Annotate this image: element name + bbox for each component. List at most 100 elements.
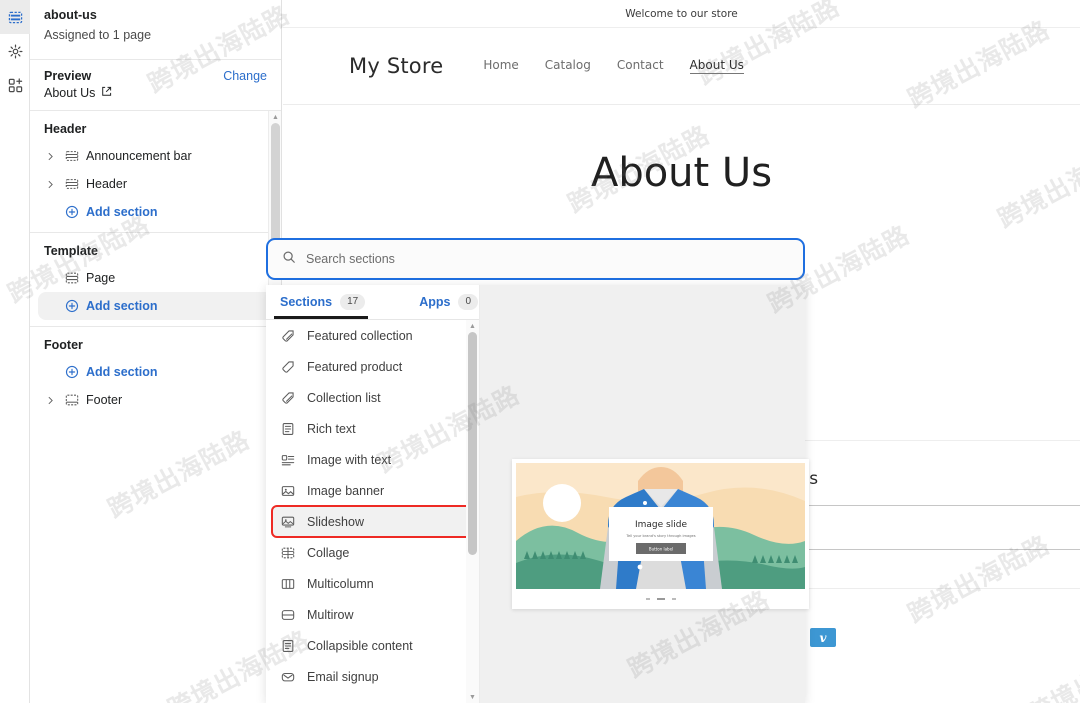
section-option-label: Multicolumn (307, 576, 374, 591)
pager-dot-active[interactable] (656, 598, 665, 600)
nav-item-about-us[interactable]: About Us (689, 58, 744, 74)
picker-tabs: Sections 17 Apps 0 (266, 285, 479, 319)
section-option-rich-text[interactable]: Rich text (272, 413, 473, 444)
tab-label: Sections (280, 295, 333, 309)
collection-tag-icon (280, 391, 296, 405)
section-option-image-banner[interactable]: Image banner (272, 475, 473, 506)
section-option-label: Collage (307, 545, 350, 560)
sidebar-group-template: Template Page Add section (30, 233, 281, 327)
sidebar-scroll-area: Header Announcement bar Header Add section T… (30, 110, 281, 703)
section-option-label: Slideshow (307, 514, 364, 529)
plus-circle-icon (62, 205, 82, 219)
plus-circle-icon (62, 299, 82, 313)
store-header: My Store Home Catalog Contact About Us (283, 28, 1080, 105)
multicolumn-icon (280, 577, 296, 591)
picker-left-pane: Sections 17 Apps 0 Featured collection Featu… (266, 285, 480, 703)
slide-title-text: Image slide (635, 520, 687, 530)
chevron-right-icon[interactable] (42, 396, 58, 405)
section-option-label: Collapsible content (307, 638, 413, 653)
search-sections-field[interactable]: Search sections (266, 238, 805, 280)
sidebar-item-add-section[interactable]: Add section (38, 358, 273, 386)
sidebar-item-add-section[interactable]: Add section (38, 198, 273, 226)
collection-tag-icon (280, 329, 296, 343)
nav-item-contact[interactable]: Contact (617, 58, 664, 74)
section-option-multirow[interactable]: Multirow (272, 599, 473, 630)
slide-subtitle-text: Tell your brand's story through images (625, 534, 695, 538)
template-header: about-us Assigned to 1 page (30, 0, 281, 55)
section-option-collapsible-content[interactable]: Collapsible content (272, 630, 473, 661)
sections-list-scrollbar[interactable]: ▲ ▼ (466, 320, 479, 703)
rich-text-icon (280, 422, 296, 436)
sidebar-item-label: Footer (86, 393, 123, 407)
chevron-right-icon[interactable] (42, 180, 58, 189)
section-option-image-with-text[interactable]: Image with text (272, 444, 473, 475)
section-option-featured-product[interactable]: Featured product (272, 351, 473, 382)
preview-block: Preview Change About Us (30, 60, 281, 110)
section-option-email-signup[interactable]: Email signup (272, 661, 473, 692)
list-scroll-down-arrow[interactable]: ▼ (466, 691, 479, 703)
sidebar-item-announcement-bar[interactable]: Announcement bar (38, 142, 273, 170)
template-name: about-us (44, 8, 97, 22)
email-signup-icon (280, 670, 296, 684)
section-option-label: Rich text (307, 421, 356, 436)
sections-list: Featured collection Featured product Colle… (266, 320, 479, 703)
chevron-right-icon[interactable] (42, 152, 58, 161)
sidebar-item-header[interactable]: Header (38, 170, 273, 198)
scrollbar-thumb[interactable] (271, 123, 280, 243)
announcement-bar: Welcome to our store (283, 0, 1080, 28)
plus-circle-icon (62, 365, 82, 379)
nav-item-catalog[interactable]: Catalog (545, 58, 591, 74)
vimeo-social-icon[interactable]: v (810, 628, 836, 647)
collapsible-content-icon (280, 639, 296, 653)
tab-label: Apps (419, 295, 451, 309)
header-block-icon (62, 177, 82, 191)
sidebar-item-label: Add section (86, 365, 158, 379)
pager-dot[interactable] (671, 598, 676, 600)
tab-apps[interactable]: Apps 0 (419, 285, 479, 319)
page-block-icon (62, 271, 82, 285)
scroll-up-arrow[interactable]: ▲ (269, 111, 282, 123)
list-scroll-up-arrow[interactable]: ▲ (466, 320, 479, 332)
picker-preview-pane: Image slide Tell your brand's story thro… (480, 285, 809, 703)
section-option-multicolumn[interactable]: Multicolumn (272, 568, 473, 599)
section-option-featured-collection[interactable]: Featured collection (272, 320, 473, 351)
tab-count: 17 (340, 294, 366, 310)
section-option-label: Multirow (307, 607, 354, 622)
sections-icon[interactable] (0, 0, 30, 34)
external-link-icon[interactable] (101, 86, 112, 100)
sidebar-item-add-section[interactable]: Add section (38, 292, 273, 320)
section-option-slideshow[interactable]: Slideshow (271, 505, 474, 538)
group-title: Footer (44, 338, 83, 352)
left-icon-rail (0, 0, 30, 703)
template-assigned: Assigned to 1 page (44, 28, 152, 42)
sidebar-item-footer[interactable]: Footer (38, 386, 273, 414)
apps-grid-icon[interactable] (0, 68, 30, 102)
slideshow-preview-card: Image slide Tell your brand's story thro… (512, 459, 809, 609)
change-preview-link[interactable]: Change (223, 69, 267, 83)
preview-value: About Us (44, 86, 96, 100)
list-scrollbar-thumb[interactable] (468, 332, 477, 555)
section-option-label: Image with text (307, 452, 392, 467)
section-option-collection-list[interactable]: Collection list (272, 382, 473, 413)
sidebar-item-label: Announcement bar (86, 149, 192, 163)
template-sidebar: about-us Assigned to 1 page Preview Chan… (30, 0, 282, 703)
section-option-label: Collection list (307, 390, 381, 405)
sidebar-item-page[interactable]: Page (38, 264, 273, 292)
sections-picker: Search sections Sections 17 Apps 0 Featured… (266, 238, 809, 703)
nav-item-home[interactable]: Home (483, 58, 518, 74)
page-title: About Us (590, 150, 773, 196)
settings-gear-icon[interactable] (0, 34, 30, 68)
search-placeholder: Search sections (306, 252, 395, 266)
sidebar-item-label: Header (86, 177, 127, 191)
sidebar-item-label: Add section (86, 205, 158, 219)
sidebar-group-header: Header Announcement bar Header Add section (30, 111, 281, 233)
multirow-icon (280, 608, 296, 622)
announcement-bar-icon (62, 149, 82, 163)
app-root: Welcome to our store My Store Home Catalo… (0, 0, 1080, 703)
pager-dot[interactable] (645, 598, 650, 600)
section-option-collage[interactable]: Collage (272, 537, 473, 568)
group-title: Header (44, 122, 87, 136)
sidebar-groups: Header Announcement bar Header Add section T… (30, 111, 281, 420)
section-option-label: Image banner (307, 483, 385, 498)
tab-sections[interactable]: Sections 17 (280, 285, 366, 319)
